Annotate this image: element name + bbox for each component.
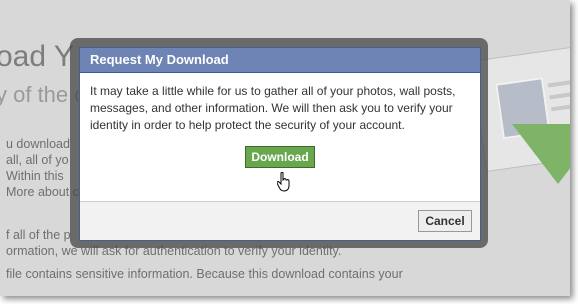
background-text-line: all, all of yo <box>6 153 69 167</box>
card-line <box>547 78 570 88</box>
cancel-button[interactable]: Cancel <box>418 210 472 232</box>
dialog-body: It may take a little while for us to gat… <box>80 73 480 188</box>
background-text-line: file contains sensitive information. Bec… <box>6 267 403 281</box>
dialog-footer: Cancel <box>80 201 480 240</box>
screen: oad Y y of the c u download all, all of … <box>0 0 570 296</box>
background-text-line: Within this <box>6 169 64 183</box>
dialog-title: Request My Download <box>80 48 480 73</box>
background-text-line: f all of the p <box>6 228 71 242</box>
background-text-line: More about c <box>6 185 79 199</box>
dialog-panel: Request My Download It may take a little… <box>79 47 481 241</box>
background-heading: oad Y <box>0 40 74 73</box>
card-line <box>549 90 570 100</box>
background-text-line: u download <box>6 137 70 151</box>
dialog-message: It may take a little while for us to gat… <box>90 84 456 132</box>
download-button[interactable]: Download <box>245 146 315 168</box>
card-line <box>551 102 570 112</box>
request-download-dialog: Request My Download It may take a little… <box>70 38 488 248</box>
download-arrow-icon <box>512 124 570 184</box>
hand-cursor-icon <box>277 172 290 192</box>
